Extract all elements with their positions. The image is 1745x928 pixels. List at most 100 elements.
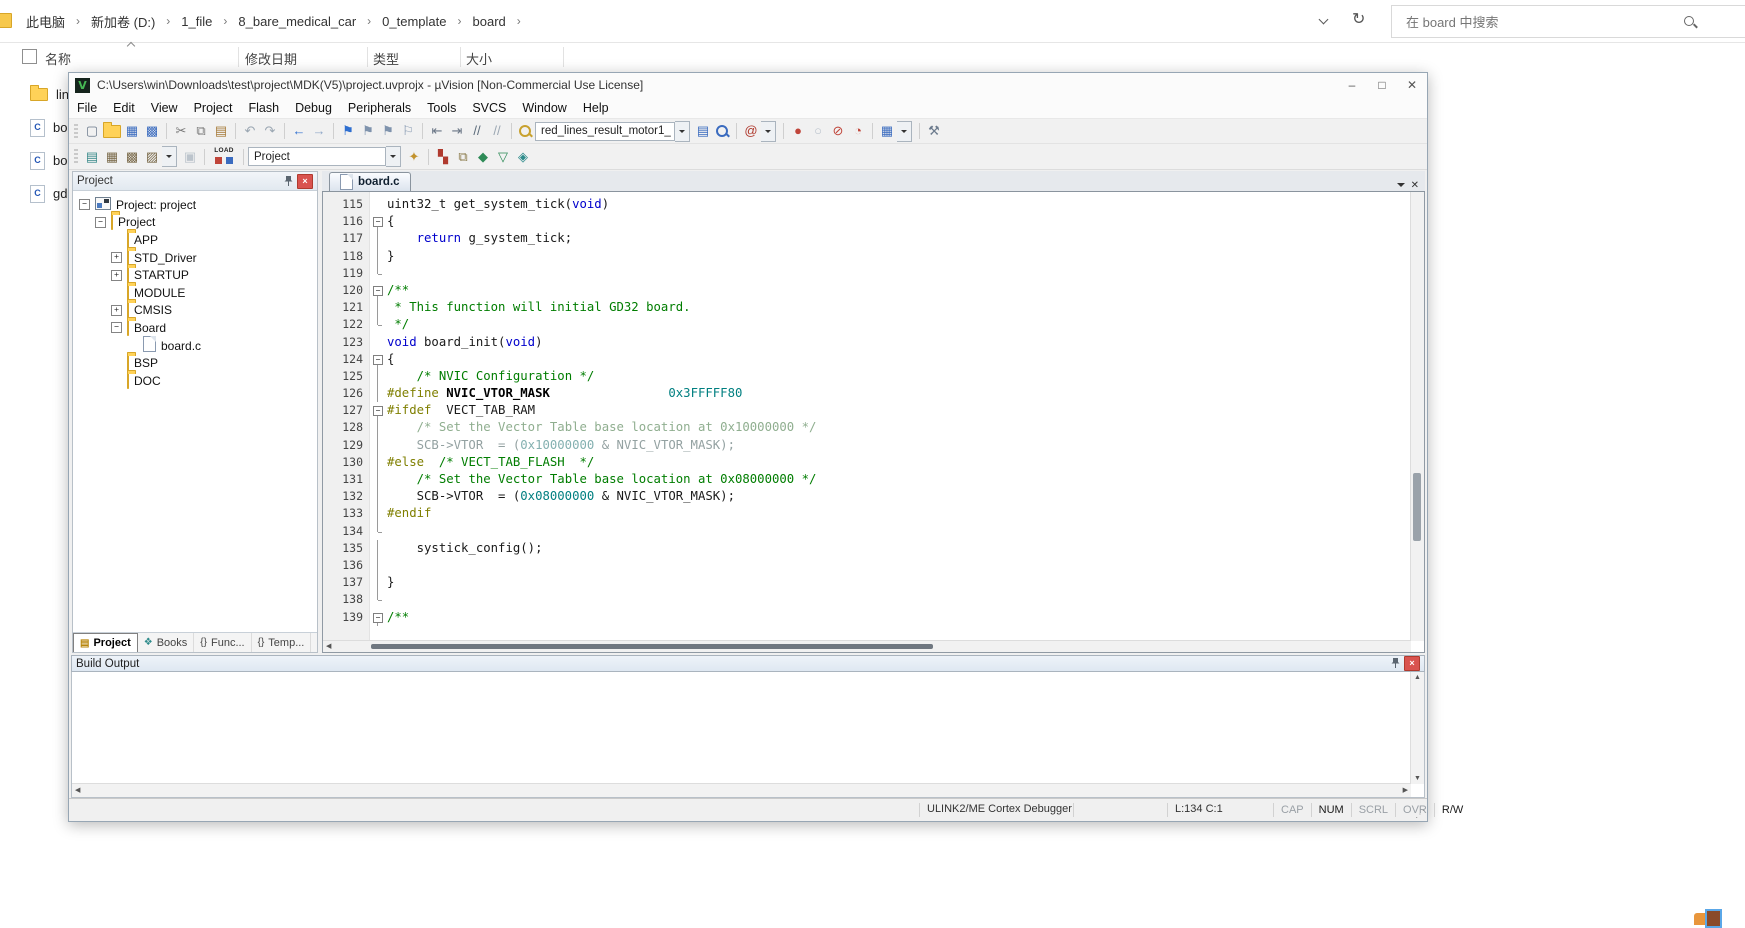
- tree-expander-icon[interactable]: −: [95, 217, 106, 228]
- menu-project[interactable]: Project: [186, 101, 241, 115]
- build-output-content[interactable]: ▲ ▼ ◀ ▶: [71, 672, 1425, 798]
- indent-increase-icon[interactable]: ⇥: [447, 121, 467, 141]
- translate-icon[interactable]: ▤: [82, 147, 102, 167]
- fold-marker[interactable]: [371, 351, 387, 368]
- tree-expander-icon[interactable]: −: [79, 199, 90, 210]
- menu-svcs[interactable]: SVCS: [464, 101, 514, 115]
- stop-build-icon[interactable]: ▣: [180, 147, 200, 167]
- fold-marker[interactable]: [371, 402, 387, 419]
- menu-debug[interactable]: Debug: [287, 101, 340, 115]
- menu-flash[interactable]: Flash: [240, 101, 287, 115]
- breadcrumb-item[interactable]: 8_bare_medical_car: [238, 14, 356, 29]
- toolbar-grip[interactable]: [74, 124, 78, 139]
- tree-item-app[interactable]: APP: [73, 231, 317, 249]
- bookmark-prev-icon[interactable]: ⚑: [358, 121, 378, 141]
- breadcrumb-item[interactable]: 1_file: [181, 14, 212, 29]
- bookmark-toggle-icon[interactable]: ⚑: [338, 121, 358, 141]
- scroll-down-icon[interactable]: ▼: [1414, 775, 1421, 782]
- kill-breakpoint-icon[interactable]: ⊘: [828, 121, 848, 141]
- cut-icon[interactable]: ✂: [171, 121, 191, 141]
- search-combobox-dropdown[interactable]: [675, 121, 690, 142]
- tree-item-bsp[interactable]: BSP: [73, 354, 317, 372]
- close-button[interactable]: ✕: [1397, 73, 1427, 97]
- tree-expander-icon[interactable]: +: [111, 305, 122, 316]
- breadcrumb-item[interactable]: 新加卷 (D:): [91, 12, 155, 31]
- save-all-icon[interactable]: ▩: [142, 121, 162, 141]
- resize-grip-icon[interactable]: ⋰: [1415, 809, 1425, 820]
- menu-edit[interactable]: Edit: [105, 101, 143, 115]
- insert-breakpoint-icon[interactable]: ●: [788, 121, 808, 141]
- indent-decrease-icon[interactable]: ⇤: [427, 121, 447, 141]
- find-in-files-icon[interactable]: [516, 122, 535, 141]
- build-icon[interactable]: ▦: [102, 147, 122, 167]
- lookup-symbol-dropdown[interactable]: [761, 121, 776, 142]
- undo-icon[interactable]: ↶: [240, 121, 260, 141]
- fold-marker[interactable]: [371, 609, 387, 626]
- software-packs-icon[interactable]: ◈: [513, 147, 533, 167]
- project-panel-header[interactable]: Project ×: [73, 172, 317, 191]
- toolbar-grip[interactable]: [74, 149, 78, 164]
- tree-item-board[interactable]: −Board: [73, 319, 317, 337]
- column-header-1[interactable]: 修改日期: [245, 49, 297, 68]
- tree-item-std-driver[interactable]: +STD_Driver: [73, 249, 317, 267]
- close-panel-icon[interactable]: ×: [1404, 656, 1420, 671]
- refresh-icon[interactable]: ↻: [1352, 9, 1365, 29]
- target-select-dropdown[interactable]: [386, 146, 401, 167]
- save-icon[interactable]: ▦: [122, 121, 142, 141]
- menu-window[interactable]: Window: [514, 101, 574, 115]
- editor-tab-board-c[interactable]: board.c: [329, 172, 411, 191]
- uncomment-selection-icon[interactable]: //: [487, 121, 507, 141]
- editor-horizontal-scrollbar[interactable]: ◀: [323, 640, 1411, 652]
- new-file-icon[interactable]: ▢: [82, 121, 102, 141]
- rebuild-icon[interactable]: ▩: [122, 147, 142, 167]
- tree-expander-icon[interactable]: +: [111, 252, 122, 263]
- menu-view[interactable]: View: [143, 101, 186, 115]
- find-icon[interactable]: [713, 122, 732, 141]
- tree-item-module[interactable]: MODULE: [73, 284, 317, 302]
- search-icon[interactable]: [1682, 14, 1698, 30]
- horizontal-scroll-thumb[interactable]: [371, 644, 933, 649]
- pin-icon[interactable]: [284, 176, 293, 187]
- manage-project-items-icon[interactable]: ▚: [433, 147, 453, 167]
- copy-icon[interactable]: ⧉: [191, 121, 211, 141]
- tree-item-project-project[interactable]: −Project: project: [73, 196, 317, 214]
- target-select[interactable]: Project: [248, 147, 386, 166]
- address-dropdown-icon[interactable]: [1319, 15, 1329, 25]
- tree-expander-icon[interactable]: −: [111, 322, 122, 333]
- comment-selection-icon[interactable]: //: [467, 121, 487, 141]
- panel-tab-func[interactable]: {}Func...: [194, 633, 251, 652]
- tree-item-doc[interactable]: DOC: [73, 372, 317, 390]
- tree-item-startup[interactable]: +STARTUP: [73, 266, 317, 284]
- scroll-left-icon[interactable]: ◀: [75, 786, 80, 794]
- code-editor[interactable]: 115uint32_t get_system_tick(void)116{117…: [322, 192, 1425, 653]
- build-output-header[interactable]: Build Output ×: [71, 655, 1425, 672]
- title-bar[interactable]: V C:\Users\win\Downloads\test\project\MD…: [69, 73, 1427, 97]
- download-flash-icon[interactable]: LOAD: [209, 146, 239, 167]
- pin-icon[interactable]: [1391, 658, 1400, 669]
- close-document-icon[interactable]: ✕: [1411, 180, 1419, 191]
- search-combobox[interactable]: red_lines_result_motor1_: [535, 122, 675, 141]
- editor-vertical-scrollbar[interactable]: [1410, 192, 1424, 641]
- breadcrumb-item[interactable]: 此电脑: [26, 12, 65, 31]
- panel-tab-temp[interactable]: {}Temp...: [252, 633, 312, 652]
- lookup-symbol-icon[interactable]: @: [741, 121, 761, 141]
- find-in-document-icon[interactable]: ▤: [693, 121, 713, 141]
- select-all-checkbox[interactable]: [22, 49, 37, 64]
- bookmark-next-icon[interactable]: ⚑: [378, 121, 398, 141]
- vertical-scroll-thumb[interactable]: [1413, 473, 1421, 541]
- menu-file[interactable]: File: [69, 101, 105, 115]
- scroll-up-icon[interactable]: ▲: [1414, 674, 1421, 681]
- tree-item-board-c[interactable]: board.c: [73, 337, 317, 355]
- search-input[interactable]: 在 board 中搜索: [1391, 5, 1745, 38]
- fold-marker[interactable]: [371, 282, 387, 299]
- breadcrumb-item[interactable]: board: [473, 14, 506, 29]
- column-header-0[interactable]: 名称: [45, 49, 71, 68]
- options-for-target-icon[interactable]: ✦: [404, 147, 424, 167]
- redo-icon[interactable]: ↷: [260, 121, 280, 141]
- menu-tools[interactable]: Tools: [419, 101, 464, 115]
- close-panel-icon[interactable]: ×: [297, 174, 313, 189]
- tree-item-project[interactable]: −Project: [73, 214, 317, 232]
- navigate-forward-icon[interactable]: →: [309, 121, 329, 141]
- scroll-right-icon[interactable]: ▶: [1403, 786, 1408, 794]
- taskbar-peek-icon[interactable]: [1694, 907, 1724, 926]
